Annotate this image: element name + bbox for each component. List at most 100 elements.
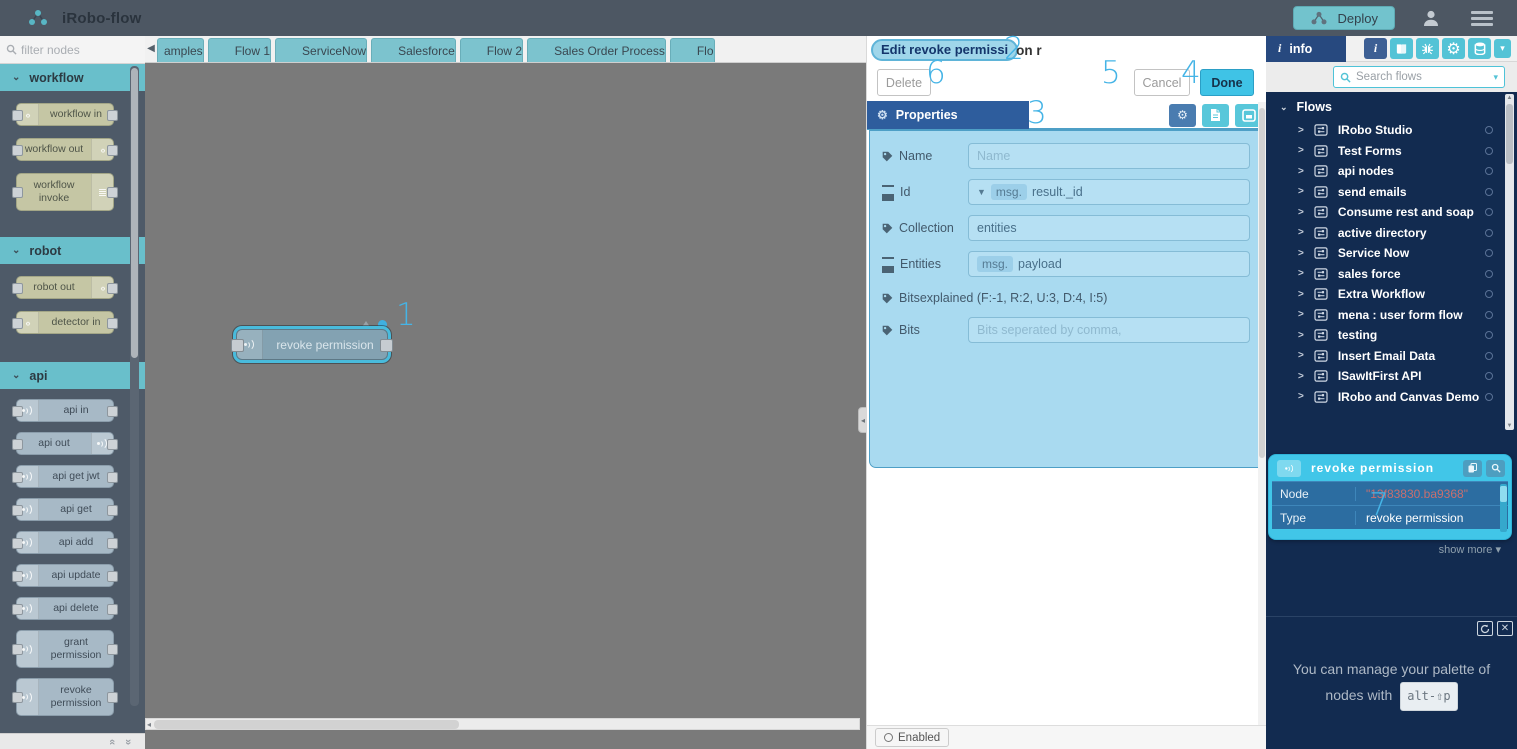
chevron-right-icon[interactable]: > xyxy=(1298,330,1304,341)
chevron-right-icon[interactable]: > xyxy=(1298,289,1304,300)
flow-tree-item[interactable]: > ISawItFirst API xyxy=(1266,366,1517,387)
done-button[interactable]: Done xyxy=(1200,69,1254,96)
user-icon[interactable] xyxy=(1421,8,1441,28)
deploy-button[interactable]: Deploy xyxy=(1293,6,1395,30)
palette-node[interactable]: ‹› workflow out xyxy=(16,138,114,161)
palette-node[interactable]: api get xyxy=(16,498,114,521)
filter-nodes-input[interactable] xyxy=(21,43,121,57)
copy-button[interactable] xyxy=(1463,460,1482,477)
category-workflow[interactable]: ⌄ workflow xyxy=(0,64,145,91)
tab-scroll-left-icon[interactable]: ◀ xyxy=(145,36,157,62)
flow-tree-item[interactable]: > IRobo and Canvas Demo xyxy=(1266,387,1517,408)
flow-tree-item[interactable]: > api nodes xyxy=(1266,161,1517,182)
context-db-button[interactable] xyxy=(1468,38,1491,59)
flow-status-circle[interactable] xyxy=(1485,126,1493,134)
bits-input[interactable] xyxy=(968,317,1250,343)
flow-tab[interactable]: amples xyxy=(157,38,204,62)
cancel-button[interactable]: Cancel xyxy=(1134,69,1190,96)
expand-all-icon[interactable]: « xyxy=(106,738,118,744)
flow-tree-item[interactable]: > active directory xyxy=(1266,223,1517,244)
sidebar-dropdown-button[interactable]: ▾ xyxy=(1494,39,1511,58)
category-api[interactable]: ⌄ api xyxy=(0,362,145,389)
flow-status-circle[interactable] xyxy=(1485,290,1493,298)
palette-node[interactable]: api in xyxy=(16,399,114,422)
tab-info[interactable]: i info xyxy=(1266,36,1346,62)
chevron-right-icon[interactable]: > xyxy=(1298,350,1304,361)
flow-tree-item[interactable]: > Extra Workflow xyxy=(1266,284,1517,305)
scrollbar-thumb[interactable] xyxy=(1506,104,1513,164)
flow-tab[interactable]: Sales Order Process xyxy=(527,38,666,62)
delete-button[interactable]: Delete xyxy=(877,69,931,96)
refresh-button[interactable] xyxy=(1477,621,1493,636)
tree-root-flows[interactable]: ⌄ Flows xyxy=(1266,92,1517,120)
chevron-right-icon[interactable]: > xyxy=(1298,145,1304,156)
canvas-node-revoke-permission[interactable]: revoke permission xyxy=(236,329,388,360)
flow-status-circle[interactable] xyxy=(1485,208,1493,216)
flow-status-circle[interactable] xyxy=(1485,372,1493,380)
flow-tree-item[interactable]: > testing xyxy=(1266,325,1517,346)
flow-tree-item[interactable]: > Insert Email Data xyxy=(1266,346,1517,367)
chevron-right-icon[interactable]: > xyxy=(1298,371,1304,382)
hamburger-menu-icon[interactable] xyxy=(1471,8,1493,29)
scroll-left-arrow-icon[interactable]: ◂ xyxy=(147,719,151,730)
flow-tab[interactable]: Flow 2 xyxy=(460,38,523,62)
workspace[interactable]: revoke permission ◂ ◂ xyxy=(145,63,866,734)
config-gear-button[interactable]: ⚙ xyxy=(1442,38,1465,59)
flow-tab[interactable]: Flow 1 xyxy=(208,38,271,62)
id-typed-input[interactable]: ▼ msg. result._id xyxy=(968,179,1250,205)
chevron-right-icon[interactable]: > xyxy=(1298,227,1304,238)
palette-node[interactable]: revoke permission xyxy=(16,678,114,716)
flows-scrollbar[interactable]: ▲ ▼ xyxy=(1505,94,1514,430)
search-flows-box[interactable]: ▾ xyxy=(1333,66,1505,88)
info-tab-button[interactable]: i xyxy=(1364,38,1387,59)
chevron-down-icon[interactable]: ▾ xyxy=(1493,72,1498,83)
chevron-right-icon[interactable]: > xyxy=(1298,309,1304,320)
flow-tree-item[interactable]: > Service Now xyxy=(1266,243,1517,264)
help-book-button[interactable] xyxy=(1390,38,1413,59)
palette-node[interactable]: api out xyxy=(16,432,114,455)
flow-status-circle[interactable] xyxy=(1485,270,1493,278)
flow-tree-item[interactable]: > IRobo Studio xyxy=(1266,120,1517,141)
flow-status-circle[interactable] xyxy=(1485,188,1493,196)
collapse-all-icon[interactable]: » xyxy=(122,738,134,744)
scroll-down-icon[interactable]: ▼ xyxy=(1505,423,1514,429)
scrollbar-thumb[interactable] xyxy=(154,720,459,729)
chevron-right-icon[interactable]: > xyxy=(1298,125,1304,136)
palette-node[interactable]: ‹› robot out xyxy=(16,276,114,299)
palette-node[interactable]: api update xyxy=(16,564,114,587)
scroll-up-icon[interactable]: ▲ xyxy=(1505,95,1514,101)
zoom-to-node-button[interactable] xyxy=(1486,460,1505,477)
flow-status-circle[interactable] xyxy=(1485,393,1493,401)
tray-scrollbar[interactable] xyxy=(1258,102,1266,725)
palette-node[interactable]: api add xyxy=(16,531,114,554)
chevron-right-icon[interactable]: > xyxy=(1298,166,1304,177)
flow-status-circle[interactable] xyxy=(1485,147,1493,155)
chevron-right-icon[interactable]: > xyxy=(1298,186,1304,197)
canvas-horizontal-scrollbar[interactable]: ◂ xyxy=(145,718,860,730)
debug-bug-button[interactable] xyxy=(1416,38,1439,59)
palette-node[interactable]: ‹› detector in xyxy=(16,311,114,334)
tab-properties[interactable]: ⚙ Properties xyxy=(867,101,1029,129)
flow-tree-item[interactable]: > mena : user form flow xyxy=(1266,305,1517,326)
flow-status-circle[interactable] xyxy=(1485,249,1493,257)
flow-tab[interactable]: Salesforce xyxy=(371,38,456,62)
flow-status-circle[interactable] xyxy=(1485,331,1493,339)
settings-gear-button[interactable]: ⚙ xyxy=(1169,104,1196,127)
chevron-right-icon[interactable]: > xyxy=(1298,391,1304,402)
typed-input-caret-icon[interactable]: ▼ xyxy=(977,187,986,197)
chevron-right-icon[interactable]: > xyxy=(1298,248,1304,259)
msg-prefix-chip[interactable]: msg. xyxy=(991,184,1027,200)
flow-tree-item[interactable]: > send emails xyxy=(1266,182,1517,203)
show-more-link[interactable]: show more ▾ xyxy=(1439,543,1501,556)
chevron-right-icon[interactable]: > xyxy=(1298,268,1304,279)
flow-status-circle[interactable] xyxy=(1485,311,1493,319)
flow-tree-item[interactable]: > Consume rest and soap xyxy=(1266,202,1517,223)
palette-scrollbar[interactable] xyxy=(130,66,139,706)
chevron-right-icon[interactable]: > xyxy=(1298,207,1304,218)
palette-node[interactable]: ‹› workflow in xyxy=(16,103,114,126)
palette-node[interactable]: ≣ workflow invoke xyxy=(16,173,114,211)
search-flows-input[interactable] xyxy=(1356,71,1488,83)
name-input[interactable] xyxy=(968,143,1250,169)
flow-tree-item[interactable]: > sales force xyxy=(1266,264,1517,285)
entities-typed-input[interactable]: msg. payload xyxy=(968,251,1250,277)
